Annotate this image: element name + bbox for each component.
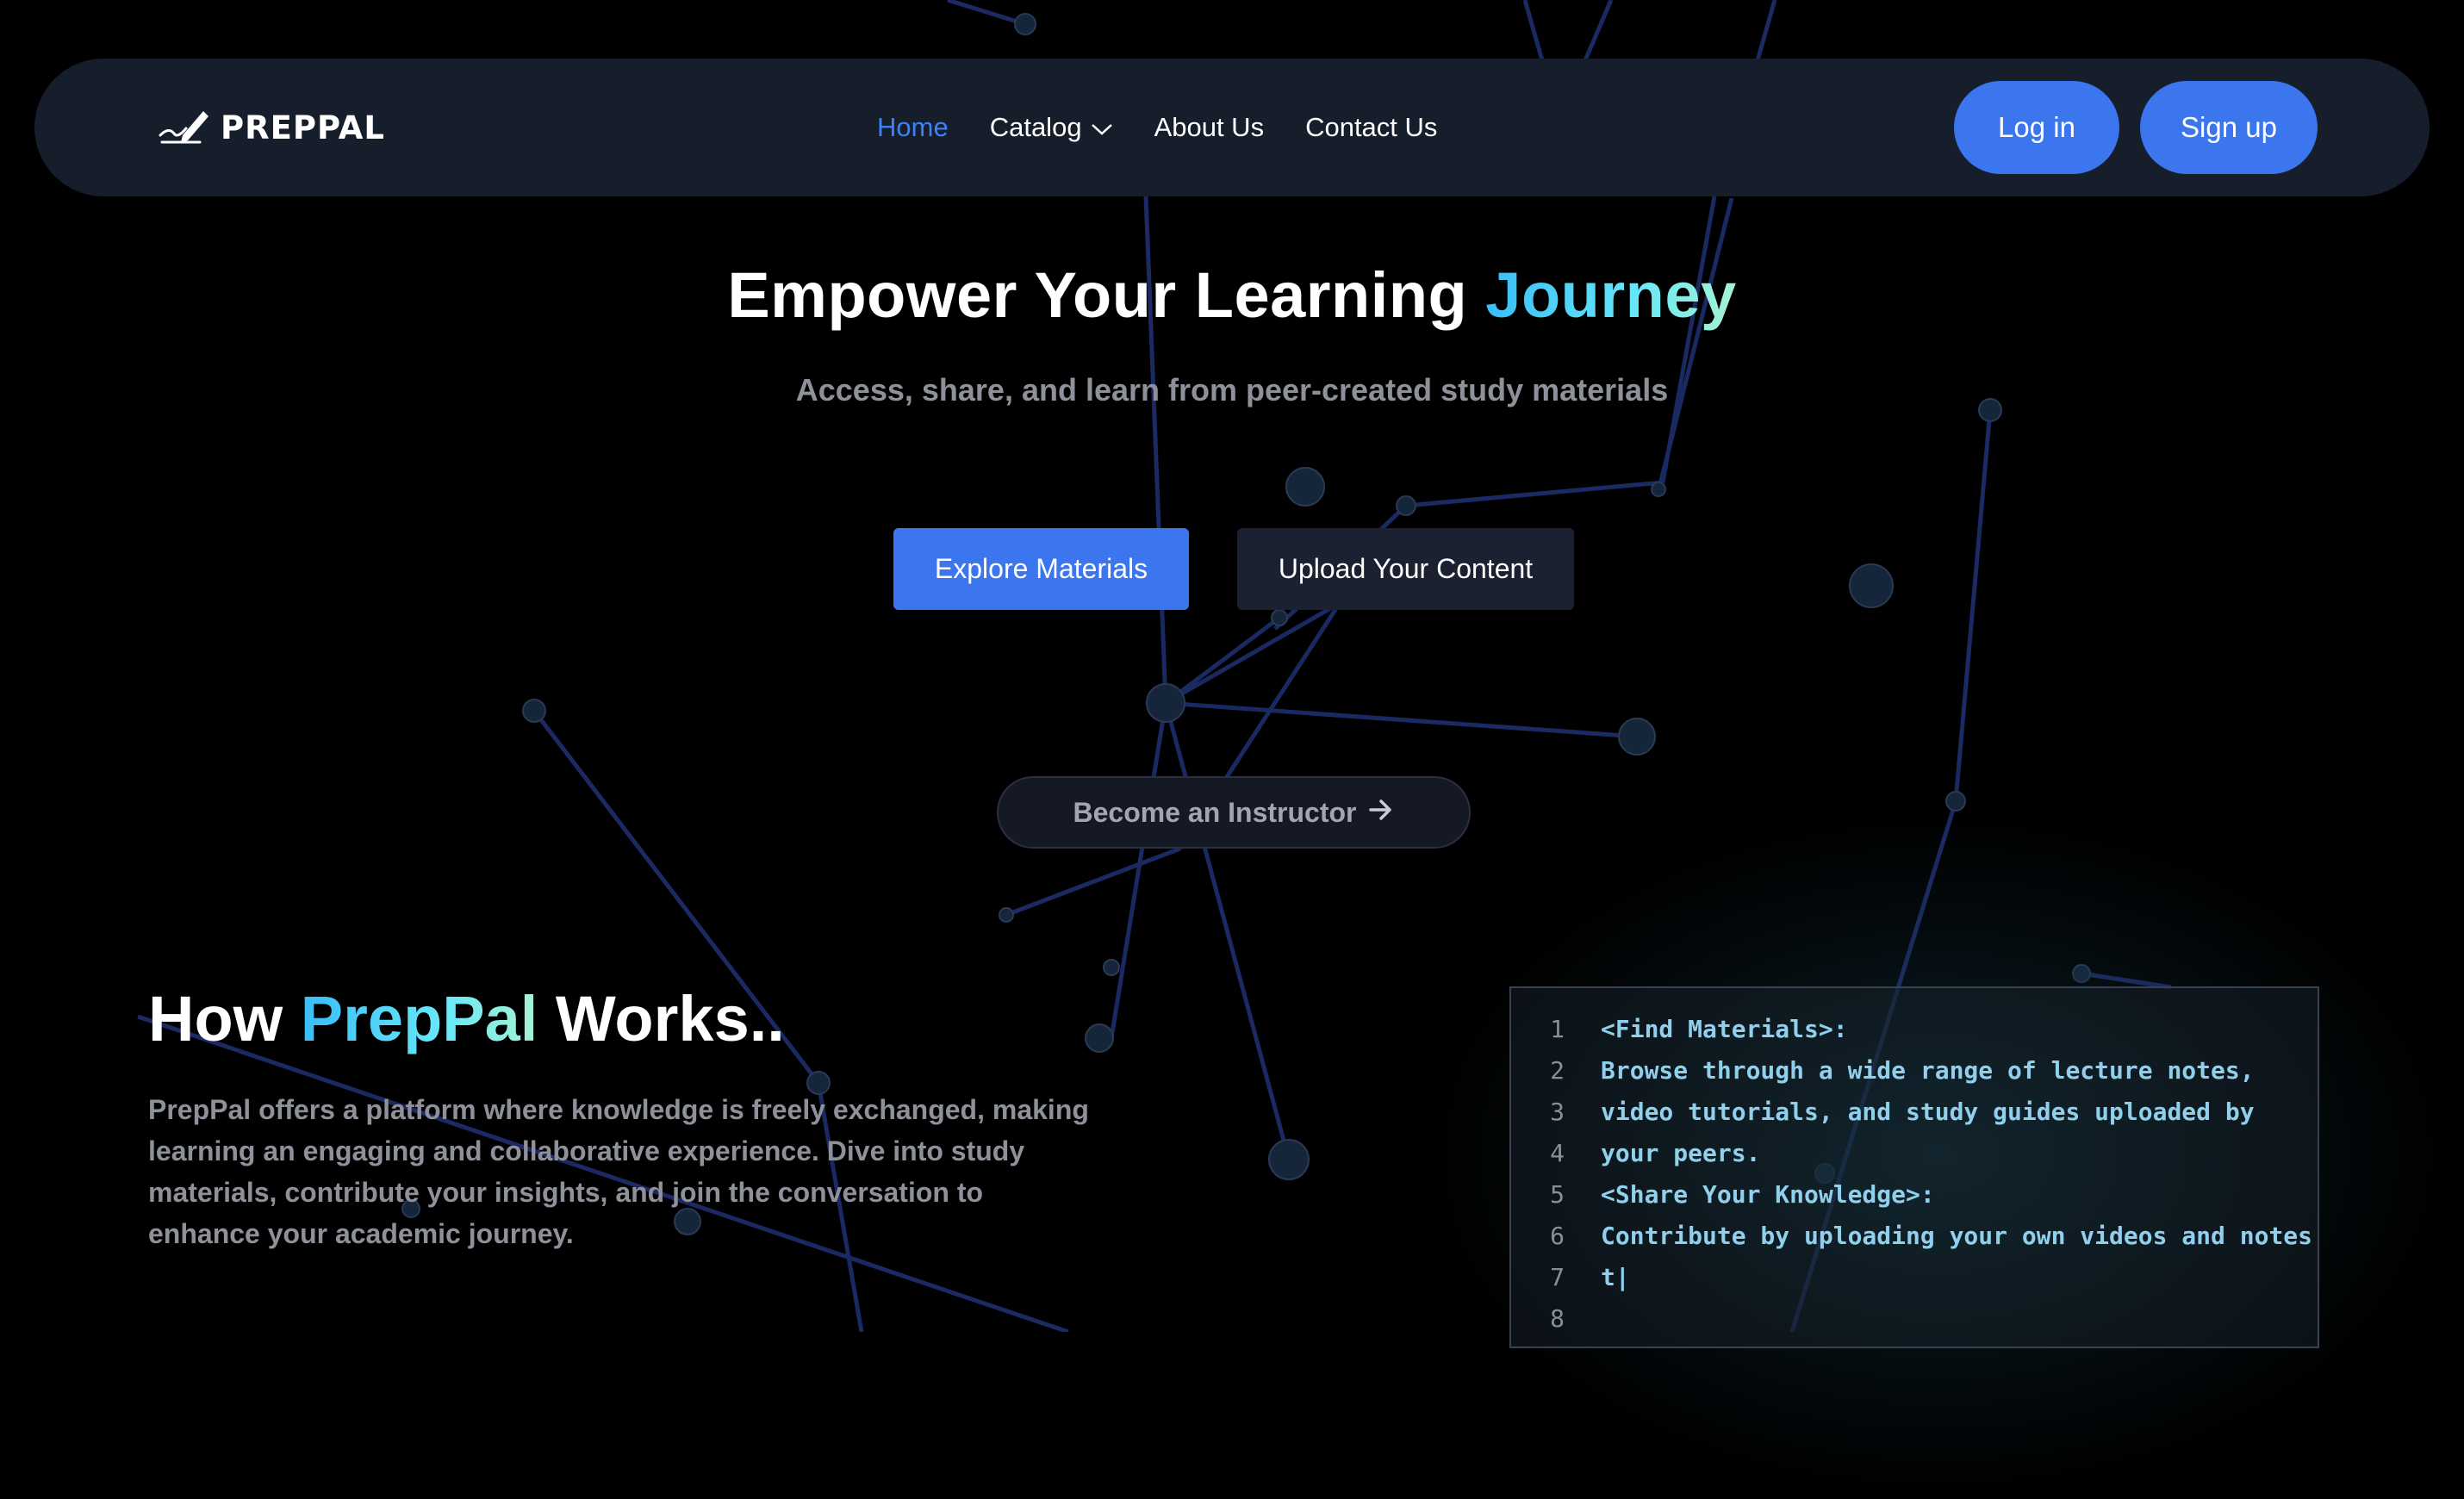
code-text: t|	[1601, 1262, 1630, 1291]
line-number: 5	[1550, 1179, 1565, 1209]
code-line: 6 Contribute by uploading your own videos…	[1511, 1215, 2312, 1256]
how-title-highlight: PrepPal	[300, 983, 538, 1054]
code-line: 5 <Share Your Knowledge>:	[1511, 1173, 1935, 1215]
hero-subtitle: Access, share, and learn from peer-creat…	[795, 372, 1669, 407]
top-navbar: PREPPAL Home Catalog About Us Contact Us…	[34, 59, 2430, 196]
line-number: 2	[1550, 1055, 1565, 1085]
become-instructor-button[interactable]: Become an Instructor	[997, 776, 1471, 849]
code-line: 8	[1511, 1297, 1601, 1339]
line-number: 8	[1550, 1303, 1565, 1333]
code-line: 4 your peers.	[1511, 1132, 1760, 1173]
nav-link-about[interactable]: About Us	[1154, 112, 1265, 143]
line-number: 4	[1550, 1138, 1565, 1167]
hero-title-prefix: Empower Your Learning	[727, 259, 1486, 331]
line-number: 7	[1550, 1262, 1565, 1291]
become-instructor-label: Become an Instructor	[1073, 796, 1357, 828]
code-panel: 1 <Find Materials>: 2 Browse through a wid…	[1509, 986, 2319, 1348]
code-text: Browse through a wide range of lecture n…	[1601, 1055, 2255, 1085]
code-line: 7 t|	[1511, 1256, 1630, 1297]
line-number: 3	[1550, 1097, 1565, 1126]
nav-link-catalog-label: Catalog	[989, 112, 1082, 142]
explore-materials-button[interactable]: Explore Materials	[893, 528, 1189, 610]
how-it-works-title: How PrepPal Works..	[148, 982, 785, 1055]
code-text: <Share Your Knowledge>:	[1601, 1179, 1935, 1209]
hero-title: Empower Your Learning Journey	[0, 258, 2464, 332]
how-it-works-description: PrepPal offers a platform where knowledg…	[148, 1094, 1089, 1249]
nav-link-home[interactable]: Home	[877, 112, 949, 143]
code-text: your peers.	[1601, 1138, 1761, 1167]
pen-signature-icon	[157, 104, 221, 152]
code-text: video tutorials, and study guides upload…	[1601, 1097, 2255, 1126]
line-number: 6	[1550, 1221, 1565, 1250]
upload-content-button[interactable]: Upload Your Content	[1237, 528, 1574, 610]
chevron-down-icon	[1082, 112, 1113, 143]
login-button[interactable]: Log in	[1954, 81, 2119, 174]
signup-button[interactable]: Sign up	[2140, 81, 2318, 174]
code-line: 1 <Find Materials>:	[1511, 1008, 1848, 1049]
how-title-prefix: How	[148, 983, 301, 1054]
arrow-right-icon	[1356, 797, 1394, 829]
how-title-suffix: Works..	[538, 983, 785, 1054]
line-number: 1	[1550, 1014, 1565, 1043]
code-line: 3 video tutorials, and study guides uploa…	[1511, 1091, 2255, 1132]
code-text: <Find Materials>:	[1601, 1014, 1848, 1043]
brand-name: PREPPAL	[221, 109, 385, 146]
brand-logo[interactable]: PREPPAL	[157, 100, 385, 155]
hero-title-highlight: Journey	[1485, 259, 1737, 331]
code-text: Contribute by uploading your own videos …	[1601, 1221, 2313, 1250]
nav-links: Home Catalog About Us Contact Us	[877, 107, 1478, 148]
code-line: 2 Browse through a wide range of lecture …	[1511, 1049, 2255, 1091]
nav-link-contact[interactable]: Contact Us	[1305, 112, 1437, 143]
nav-link-catalog[interactable]: Catalog	[990, 112, 1113, 143]
